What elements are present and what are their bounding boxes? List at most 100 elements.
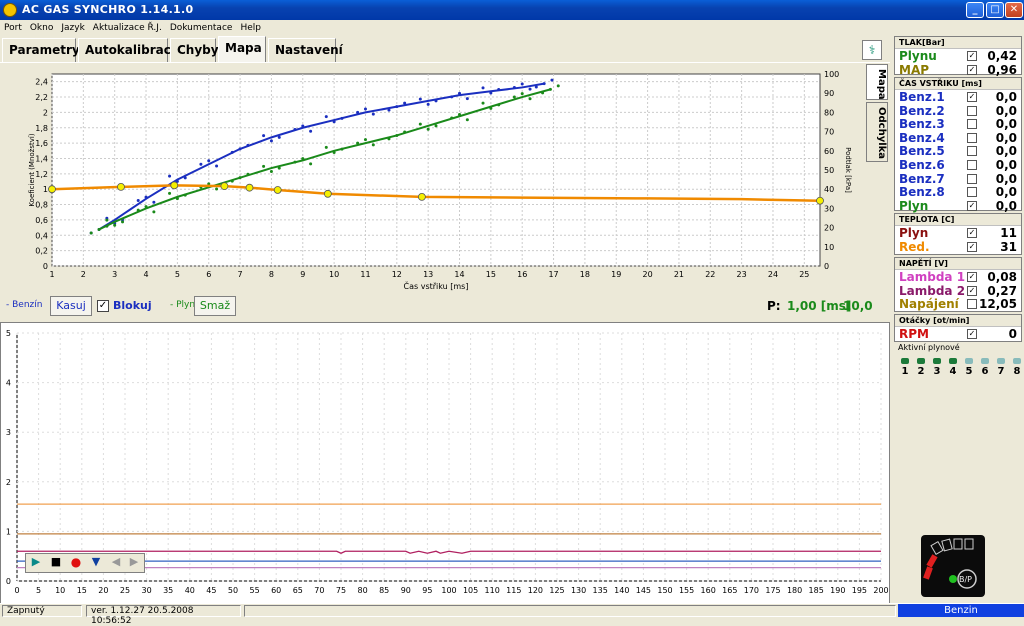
x-tick-label: 140 bbox=[614, 586, 629, 595]
data-point bbox=[534, 85, 538, 89]
x-tick-label: 24 bbox=[768, 270, 778, 279]
menu-help[interactable]: Help bbox=[236, 22, 265, 34]
cas-value: 0,0 bbox=[995, 130, 1017, 145]
y-left-tick-label: 2,2 bbox=[35, 93, 48, 102]
otacky-checkbox[interactable]: ✓ bbox=[967, 329, 977, 339]
data-point bbox=[356, 141, 360, 145]
right-panel: TLAK[Bar] Plynu ✓ 0,42 MAP ✓ 0,96 ČAS VSTŘIKU… bbox=[892, 36, 1024, 603]
tlak-checkbox[interactable]: ✓ bbox=[967, 64, 977, 75]
data-point bbox=[121, 220, 125, 224]
record-icon[interactable]: ● bbox=[68, 555, 84, 571]
blokuj-checkbox[interactable]: ✓ bbox=[97, 300, 109, 312]
napeti-checkbox[interactable]: ✓ bbox=[967, 272, 977, 282]
status-bar: Zapnutý ver. 1.12.27 20.5.2008 10:56:52 bbox=[0, 603, 1024, 626]
tool-icon[interactable]: ⚕ bbox=[862, 40, 882, 60]
y-tick-label: 5 bbox=[6, 329, 11, 338]
cas-checkbox[interactable] bbox=[967, 119, 977, 130]
data-point bbox=[395, 133, 399, 137]
play-icon[interactable]: ▶ bbox=[28, 555, 44, 571]
teplota-checkbox[interactable]: ✓ bbox=[967, 241, 977, 252]
data-point bbox=[332, 151, 336, 155]
menu-bar: Port Okno Jazyk Aktualizace Ř.J. Dokumentace… bbox=[0, 20, 1024, 35]
control-point-marker bbox=[417, 192, 426, 201]
y-left-tick-label: 2 bbox=[43, 108, 48, 117]
x-tick-label: 7 bbox=[238, 270, 243, 279]
cas-checkbox[interactable]: ✓ bbox=[967, 200, 977, 211]
prev-icon[interactable]: ◀ bbox=[108, 555, 124, 571]
kasuj-button[interactable]: Kasuj bbox=[50, 296, 92, 316]
control-point-marker bbox=[273, 186, 282, 194]
close-button[interactable]: ✕ bbox=[1005, 2, 1023, 18]
data-point bbox=[230, 150, 234, 154]
stop-icon[interactable]: ■ bbox=[48, 555, 64, 571]
menu-jazyk[interactable]: Jazyk bbox=[57, 22, 88, 34]
data-point bbox=[230, 179, 234, 183]
menu-aktualizace[interactable]: Aktualizace Ř.J. bbox=[89, 22, 166, 34]
status-empty bbox=[244, 605, 896, 617]
tab-nastaveni[interactable]: Nastavení bbox=[268, 38, 343, 62]
minimize-button[interactable]: _ bbox=[966, 2, 984, 18]
data-point bbox=[113, 223, 117, 227]
switch-logo-graphic bbox=[923, 538, 977, 589]
tab-mapa[interactable]: Mapa bbox=[218, 36, 266, 62]
x-tick-label: 45 bbox=[206, 586, 216, 595]
maximize-button[interactable]: □ bbox=[986, 2, 1004, 18]
cas-value: 0,0 bbox=[995, 171, 1017, 186]
data-point bbox=[238, 147, 242, 151]
data-point bbox=[269, 170, 273, 174]
smaz-button[interactable]: Smaž bbox=[194, 296, 236, 316]
cas-checkbox[interactable] bbox=[967, 132, 977, 143]
tlak-group: TLAK[Bar] Plynu ✓ 0,42 MAP ✓ 0,96 bbox=[894, 36, 1022, 77]
map-chart: 0 0,2 0,4 0,6 0,8 1 1,2 1,4 1,6 1,8 2 2,2 2,4 0 10 20 30… bbox=[28, 70, 852, 291]
data-point bbox=[403, 101, 407, 105]
status-connection: Zapnutý bbox=[2, 605, 82, 617]
menu-port[interactable]: Port bbox=[0, 22, 26, 34]
next-icon[interactable]: ▶ bbox=[126, 555, 142, 571]
cas-checkbox[interactable] bbox=[967, 173, 977, 184]
tab-autokalibrace[interactable]: Autokalibrace bbox=[78, 38, 179, 62]
cas-checkbox[interactable] bbox=[967, 187, 977, 198]
data-point bbox=[340, 116, 344, 120]
menu-dokumentace[interactable]: Dokumentace bbox=[166, 22, 237, 34]
injector-icon bbox=[965, 358, 973, 364]
side-tab-odchylka[interactable]: Odchylka bbox=[866, 102, 888, 162]
cas-vstriku-group: ČAS VSTŘIKU [ms] Benz.1 ✓ 0,0 Benz.2 0,0 Benz… bbox=[894, 77, 1022, 213]
x-tick-label: 16 bbox=[517, 270, 527, 279]
napeti-group: NAPĚTÍ [V] Lambda 1 ✓ 0,08 Lambda 2 ✓ 0,27 Nap… bbox=[894, 257, 1022, 312]
x-tick-label: 5 bbox=[36, 586, 41, 595]
cas-row: Benz.5 0,0 bbox=[895, 144, 1021, 158]
x-tick-label: 70 bbox=[314, 586, 324, 595]
save-icon[interactable]: ▼ bbox=[88, 555, 104, 571]
x-tick-label: 0 bbox=[14, 586, 19, 595]
cas-value: 0,0 bbox=[995, 144, 1017, 159]
tab-parametry[interactable]: Parametry bbox=[2, 38, 80, 62]
y-right-tick-label: 10 bbox=[824, 243, 834, 252]
switch-logo[interactable]: B/P bbox=[921, 535, 985, 597]
side-tab-mapa[interactable]: Mapa bbox=[866, 64, 888, 100]
cas-checkbox[interactable] bbox=[967, 159, 977, 170]
tlak-row: Plynu ✓ 0,42 bbox=[895, 49, 1021, 63]
x-tick-label: 12 bbox=[392, 270, 402, 279]
tab-chyby[interactable]: Chyby bbox=[170, 38, 219, 62]
x-tick-label: 25 bbox=[799, 270, 809, 279]
napeti-checkbox[interactable]: ✓ bbox=[967, 285, 977, 296]
cas-checkbox[interactable] bbox=[967, 105, 977, 116]
napeti-checkbox[interactable] bbox=[967, 299, 977, 310]
data-point bbox=[136, 199, 140, 203]
tlak-checkbox[interactable]: ✓ bbox=[967, 51, 977, 61]
x-tick-label: 85 bbox=[379, 586, 389, 595]
cas-row: Benz.3 0,0 bbox=[895, 117, 1021, 131]
x-tick-label: 35 bbox=[163, 586, 173, 595]
cas-checkbox[interactable]: ✓ bbox=[967, 92, 977, 102]
benzin-legend-label: - Benzín bbox=[6, 300, 43, 310]
cylinder-number: 2 bbox=[917, 366, 925, 377]
y-left-tick-label: 1,6 bbox=[35, 139, 48, 148]
data-point bbox=[395, 105, 399, 109]
otacky-name: RPM bbox=[899, 327, 929, 341]
otacky-value: 0 bbox=[1008, 327, 1017, 341]
x-tick-label: 80 bbox=[358, 586, 368, 595]
menu-okno[interactable]: Okno bbox=[26, 22, 58, 34]
cas-checkbox[interactable] bbox=[967, 146, 977, 157]
x-tick-label: 1 bbox=[49, 270, 54, 279]
teplota-checkbox[interactable]: ✓ bbox=[967, 228, 977, 238]
